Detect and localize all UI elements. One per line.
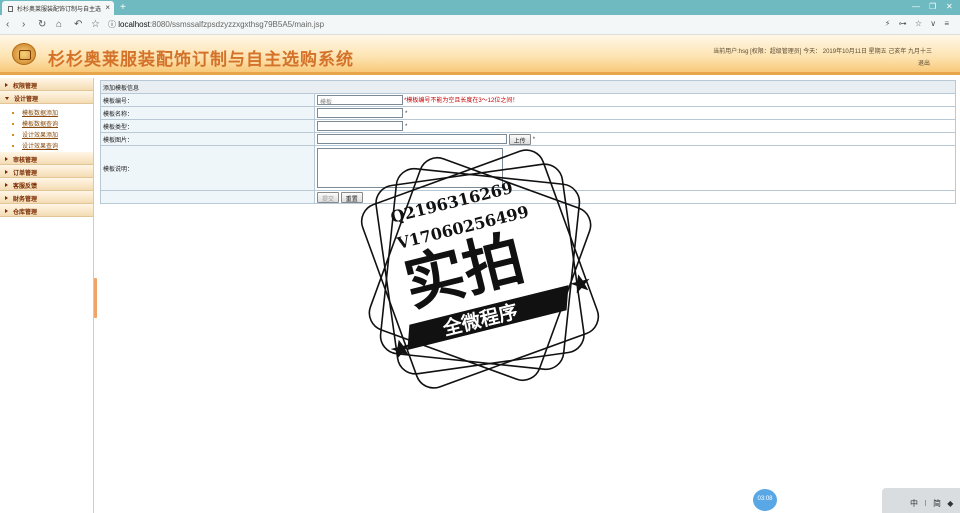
template-name-input[interactable] bbox=[317, 108, 403, 118]
collapsed-arrow-icon bbox=[5, 157, 8, 161]
forward-icon[interactable]: › bbox=[22, 19, 25, 30]
sidebar: 权限管理 设计管理 模板数据添加 模板数据查询 设计效果添加 设计效果查询 审核… bbox=[0, 78, 94, 513]
watermark-banner-text: 全微程序 bbox=[440, 300, 520, 341]
logo-icon bbox=[12, 43, 36, 65]
template-desc-textarea[interactable] bbox=[317, 148, 503, 188]
menu-label: 客服反馈 bbox=[13, 184, 38, 190]
new-tab-button[interactable]: + bbox=[120, 2, 126, 13]
template-image-input[interactable] bbox=[317, 134, 507, 144]
number-label: 模板编号： bbox=[100, 93, 315, 107]
info-icon: ⓘ bbox=[108, 20, 119, 29]
collapsed-arrow-icon bbox=[5, 183, 8, 187]
collapsed-arrow-icon bbox=[5, 196, 8, 200]
submenu-label: 模板数据查询 bbox=[22, 122, 59, 128]
undo-icon[interactable]: ↶ bbox=[74, 19, 82, 30]
recording-timer: 03:08 bbox=[753, 489, 777, 511]
bullet-icon bbox=[12, 112, 14, 114]
menu-label: 订单管理 bbox=[13, 171, 38, 177]
browser-tools[interactable]: ⚡ ⊶ ☆ ∨ ≡ bbox=[885, 19, 952, 28]
desc-label: 模板说明： bbox=[100, 145, 315, 191]
menu-label: 审核管理 bbox=[13, 158, 38, 164]
design-submenu: 模板数据添加 模板数据查询 设计效果添加 设计效果查询 bbox=[0, 104, 93, 152]
app-header: 杉杉奥莱服装配饰订制与自主选购系统 当前用户:hsg [权限：超级管理员] 今天… bbox=[0, 35, 960, 75]
buttons-spacer bbox=[100, 190, 315, 204]
collapsed-arrow-icon bbox=[5, 170, 8, 174]
back-icon[interactable]: ‹ bbox=[6, 19, 9, 30]
reset-button[interactable]: 重置 bbox=[340, 191, 363, 203]
menu-label: 财务管理 bbox=[13, 197, 38, 203]
tab-title: 杉杉奥莱服装配饰订制与自主选 bbox=[17, 7, 102, 13]
watermark-phone: V17060256499 bbox=[394, 202, 530, 253]
submenu-effect-query[interactable]: 设计效果查询 bbox=[0, 139, 93, 150]
star-icon bbox=[570, 274, 590, 294]
menu-orders[interactable]: 订单管理 bbox=[0, 165, 93, 178]
close-window-icon[interactable]: ✕ bbox=[946, 2, 953, 11]
app-title: 杉杉奥莱服装配饰订制与自主选购系统 bbox=[48, 50, 354, 70]
browser-tabbar: 杉杉奥莱服装配饰订制与自主选 × + — ❐ ✕ bbox=[0, 0, 960, 15]
bullet-icon bbox=[12, 145, 14, 147]
name-label: 模板名称： bbox=[100, 106, 315, 120]
url-path: :8080/ssmssalfzpsdzyzzxgxthsg79B5A5/main… bbox=[149, 20, 325, 29]
menu-permission[interactable]: 权限管理 bbox=[0, 78, 93, 91]
sidebar-splitter[interactable] bbox=[94, 278, 97, 318]
form-caption: 添加模板信息 bbox=[100, 80, 956, 94]
submenu-label: 模板数据添加 bbox=[22, 111, 59, 117]
ime-toolbar[interactable]: 中 ⁝ 简 ◆ bbox=[882, 488, 960, 513]
url-host: localhost bbox=[118, 20, 150, 29]
collapsed-arrow-icon bbox=[5, 83, 8, 87]
submit-button[interactable]: 提交 bbox=[317, 191, 340, 203]
submenu-label: 设计效果查询 bbox=[22, 144, 59, 150]
logout-link[interactable]: 退出 bbox=[918, 58, 930, 67]
close-tab-icon[interactable]: × bbox=[105, 3, 110, 12]
image-label: 模板图片： bbox=[100, 132, 315, 146]
watermark-banner bbox=[407, 285, 569, 350]
template-number-input[interactable]: 模板 bbox=[317, 95, 403, 106]
bullet-icon bbox=[12, 134, 14, 136]
menu-label: 设计管理 bbox=[14, 97, 39, 103]
menu-label: 仓库管理 bbox=[13, 210, 38, 216]
bullet-icon bbox=[12, 123, 14, 125]
watermark-big-text: 实拍 bbox=[398, 223, 531, 320]
submenu-template-query[interactable]: 模板数据查询 bbox=[0, 117, 93, 128]
menu-label: 权限管理 bbox=[13, 84, 38, 90]
home-icon[interactable]: ⌂ bbox=[56, 19, 62, 30]
star-icon bbox=[390, 339, 411, 359]
minimize-icon[interactable]: — bbox=[912, 2, 920, 11]
url-field[interactable]: ⓘ localhost:8080/ssmssalfzpsdzyzzxgxthsg… bbox=[108, 19, 324, 30]
required-mark: * bbox=[405, 123, 408, 130]
menu-finance[interactable]: 财务管理 bbox=[0, 191, 93, 204]
main-content: 添加模板信息 模板编号： 模板 *模板编号不能为空且长度在3～12位之间！ 模板名… bbox=[100, 80, 957, 204]
reload-icon[interactable]: ↻ bbox=[38, 19, 46, 30]
submenu-template-add[interactable]: 模板数据添加 bbox=[0, 106, 93, 117]
upload-button[interactable]: 上传 bbox=[508, 133, 531, 145]
type-label: 模板类型： bbox=[100, 119, 315, 133]
template-form: 添加模板信息 模板编号： 模板 *模板编号不能为空且长度在3～12位之间！ 模板名… bbox=[100, 80, 956, 204]
restore-icon[interactable]: ❐ bbox=[929, 2, 936, 11]
document-icon bbox=[8, 6, 13, 12]
star-icon[interactable]: ☆ bbox=[91, 19, 100, 30]
expanded-arrow-icon bbox=[5, 97, 9, 100]
required-mark: * bbox=[405, 110, 408, 117]
user-info: 当前用户:hsg [权限：超级管理员] 今天： 2019年10月11日 星期五 … bbox=[713, 49, 932, 55]
menu-warehouse[interactable]: 仓库管理 bbox=[0, 204, 93, 217]
submenu-label: 设计效果添加 bbox=[22, 133, 59, 139]
address-bar: ‹ › ↻ ⌂ ↶ ☆ ⓘ localhost:8080/ssmssalfzps… bbox=[0, 15, 960, 35]
menu-design[interactable]: 设计管理 bbox=[0, 91, 93, 104]
number-hint: *模板编号不能为空且长度在3～12位之间！ bbox=[404, 97, 519, 104]
browser-tab[interactable]: 杉杉奥莱服装配饰订制与自主选 × bbox=[2, 1, 114, 15]
submenu-effect-add[interactable]: 设计效果添加 bbox=[0, 128, 93, 139]
collapsed-arrow-icon bbox=[5, 209, 8, 213]
required-mark: * bbox=[532, 136, 536, 143]
menu-review[interactable]: 审核管理 bbox=[0, 152, 93, 165]
template-type-input[interactable] bbox=[317, 121, 403, 131]
menu-feedback[interactable]: 客服反馈 bbox=[0, 178, 93, 191]
